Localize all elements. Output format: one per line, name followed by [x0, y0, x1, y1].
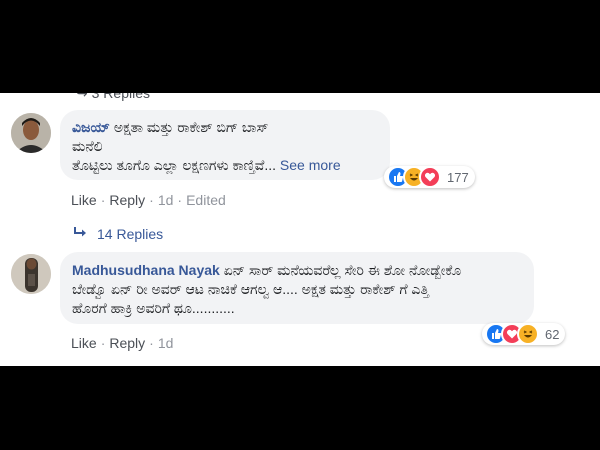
like-link[interactable]: Like — [71, 335, 97, 351]
love-reaction-icon — [419, 166, 441, 188]
timestamp[interactable]: 1d — [158, 335, 174, 351]
avatar[interactable] — [11, 113, 51, 153]
view-replies-link[interactable]: 14 Replies — [73, 226, 163, 242]
see-more-link[interactable]: See more — [280, 157, 341, 173]
avatar[interactable] — [11, 254, 51, 294]
comment-text-line: ತೊಟ್ಟಿಲು ತೂಗೊ ಎಲ್ಲಾ ಲಕ್ಷಣಗಳು ಕಾಣ್ತಿವೆ... — [72, 157, 277, 173]
reply-arrow-icon — [73, 226, 87, 242]
comment-text-line: ಏನ್ ಸಾರ್ ಮನೆಯವರೆಲ್ಲ ಸೇರಿ ಈ ಶೋ ನೋಡ್ಬೇಕೊ — [223, 262, 462, 278]
edited-label[interactable]: Edited — [186, 192, 226, 208]
comment-actions: Like · Reply · 1d · Edited — [71, 192, 226, 208]
reaction-count: 62 — [545, 326, 560, 342]
comment-text-line: ಹೊರಗೆ ಹಾಕ್ರಿ ಅವರಿಗೆ ಥೂ........... — [72, 300, 235, 316]
comment-text-line: ಬೇಡ್ವೊ ಏನ್ ರೀ ಅವರ್ ಆಟ ನಾಚಿಕೆ ಆಗಲ್ವ ಆ....… — [72, 281, 430, 297]
comment-text-line: ಅಕ್ಷತಾ ಮತ್ತು ರಾಕೇಶ್ ಬಿಗ್ ಬಾಸ್ — [113, 119, 269, 135]
haha-reaction-icon — [517, 323, 539, 345]
comment-bubble: ವಿಜಯ್ ಅಕ್ಷತಾ ಮತ್ತು ರಾಕೇಶ್ ಬಿಗ್ ಬಾಸ್ ಮನೆಲ… — [60, 110, 390, 180]
comment-author[interactable]: ವಿಜಯ್ — [72, 119, 110, 135]
comment-author[interactable]: Madhusudhana Nayak — [72, 262, 220, 278]
reply-link[interactable]: Reply — [109, 192, 145, 208]
previous-replies-link[interactable]: ↪ 3 Replies — [76, 93, 150, 102]
reactions-summary[interactable]: 177 — [384, 166, 475, 188]
comment-bubble: Madhusudhana Nayak ಏನ್ ಸಾರ್ ಮನೆಯವರೆಲ್ಲ ಸ… — [60, 252, 534, 324]
timestamp[interactable]: 1d — [158, 192, 174, 208]
like-link[interactable]: Like — [71, 192, 97, 208]
reactions-summary[interactable]: 62 — [482, 323, 566, 345]
reaction-count: 177 — [447, 169, 469, 185]
comment-actions: Like · Reply · 1d — [71, 335, 174, 351]
comments-panel: ↪ 3 Replies ವಿಜಯ್ ಅಕ್ಷತಾ ಮತ್ತು ರಾಕೇಶ್ ಬಿ… — [0, 93, 600, 366]
reply-arrow-icon: ↪ — [76, 93, 88, 101]
reply-link[interactable]: Reply — [109, 335, 145, 351]
comment-text-line: ಮನೆಲಿ — [72, 138, 103, 154]
